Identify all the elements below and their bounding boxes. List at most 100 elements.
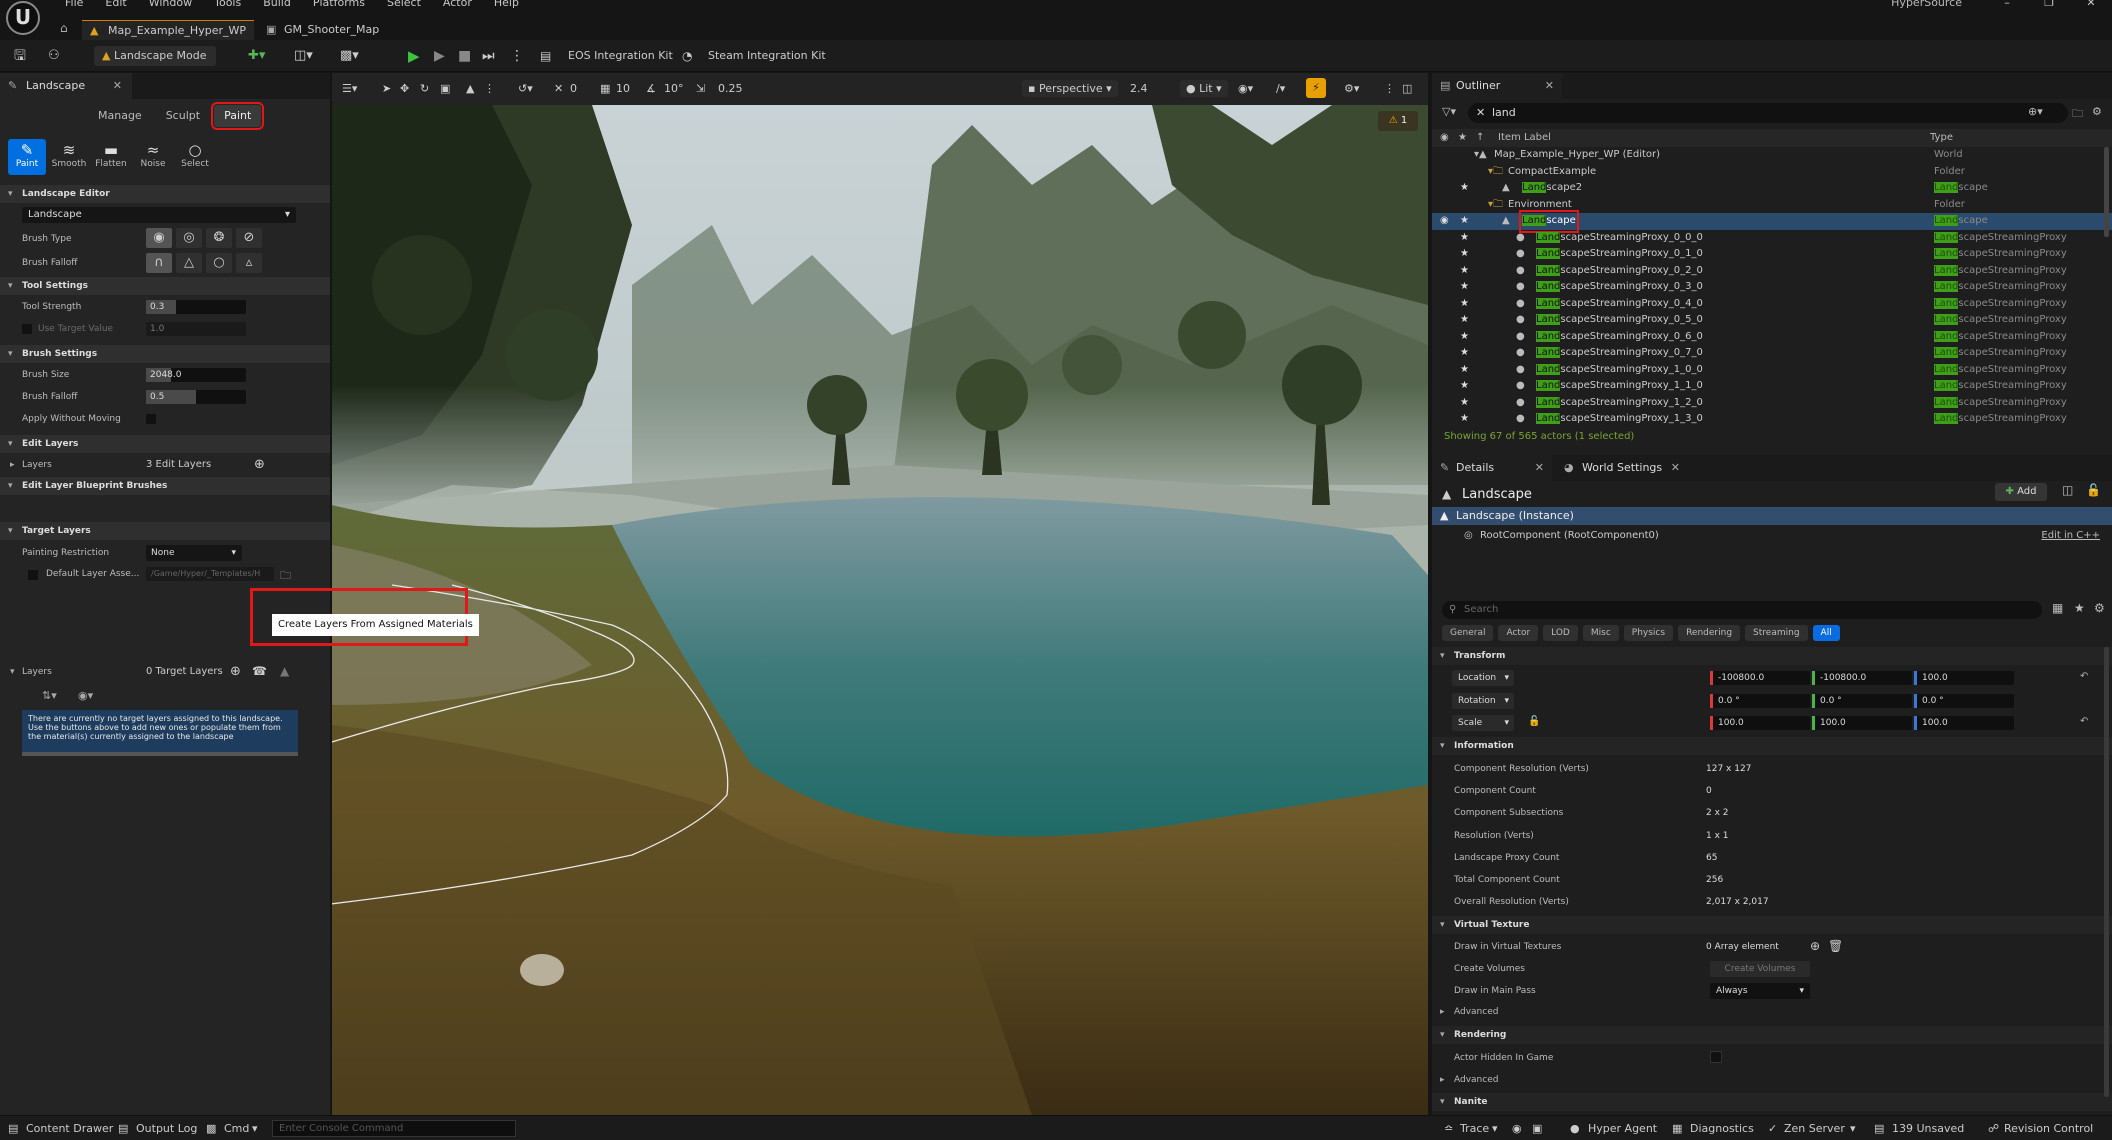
- details-search-input[interactable]: ⚲ Search: [1442, 601, 2042, 619]
- mode-sculpt[interactable]: Sculpt: [156, 105, 210, 127]
- mode-manage[interactable]: Manage: [88, 105, 152, 127]
- section-advanced[interactable]: Advanced: [1432, 1003, 2112, 1021]
- unsaved-button[interactable]: 139 Unsaved: [1892, 1122, 1964, 1135]
- visibility-eye-icon[interactable]: ◉: [1440, 213, 1449, 230]
- outliner-row[interactable]: ★ ● LandscapeStreamingProxy_0_0_0 Landscape…: [1432, 230, 2112, 247]
- rotate-icon[interactable]: ↻: [420, 82, 429, 95]
- record-icon[interactable]: ◉: [1512, 1122, 1522, 1135]
- filter-icon[interactable]: ▽▾: [1442, 105, 1456, 118]
- tool-noise[interactable]: ≈ Noise: [134, 139, 172, 175]
- section-brush-settings[interactable]: Brush Settings: [0, 345, 330, 363]
- scale-dropdown[interactable]: Scale ▾: [1452, 715, 1514, 731]
- falloff-tip-icon[interactable]: ▵: [236, 253, 262, 273]
- table-view-icon[interactable]: ▦: [2052, 601, 2063, 615]
- tool-paint[interactable]: ✎ Paint: [8, 139, 46, 175]
- select-mode-icon[interactable]: ➤: [382, 82, 391, 95]
- add-component-button[interactable]: ✚ Add: [1995, 483, 2047, 501]
- add-layer-icon[interactable]: ⊕: [254, 457, 265, 472]
- expand-icon[interactable]: ▸: [10, 460, 15, 470]
- outliner-scrollbar[interactable]: [2104, 147, 2109, 237]
- blueprint-icon[interactable]: ◫: [2062, 483, 2073, 497]
- location-x-field[interactable]: -100800.0: [1710, 671, 1810, 685]
- pin-star-icon[interactable]: ★: [1460, 329, 1469, 346]
- more-options-icon[interactable]: ⋮: [510, 46, 524, 66]
- pin-star-icon[interactable]: ★: [1460, 246, 1469, 263]
- content-drawer-button[interactable]: Content Drawer: [26, 1122, 113, 1135]
- create-volumes-button[interactable]: Create Volumes: [1710, 961, 1810, 977]
- default-layer-checkbox[interactable]: [28, 570, 38, 580]
- edit-in-cpp-link[interactable]: Edit in C++: [2041, 527, 2100, 545]
- scale-z-field[interactable]: 100.0: [1914, 716, 2014, 730]
- tool-smooth[interactable]: ≋ Smooth: [50, 139, 88, 175]
- item-label-header[interactable]: Item Label: [1498, 129, 1551, 147]
- menu-edit[interactable]: Edit: [94, 0, 137, 10]
- tab-gm-shooter[interactable]: ▣ GM_Shooter_Map: [258, 20, 398, 40]
- outliner-row[interactable]: ★ ● LandscapeStreamingProxy_0_7_0 Landscape…: [1432, 345, 2112, 362]
- folder-add-icon[interactable]: 🗀: [2072, 105, 2083, 124]
- viewport-options-icon[interactable]: ☰▾: [342, 82, 357, 95]
- section-rendering[interactable]: Rendering: [1432, 1026, 2112, 1044]
- reset-icon[interactable]: ↶: [2080, 716, 2088, 727]
- tab-landscape[interactable]: ✎ Landscape ✕: [0, 73, 132, 99]
- close-tab-icon[interactable]: ✕: [1535, 455, 1544, 481]
- console-command-input[interactable]: Enter Console Command: [272, 1120, 516, 1137]
- realtime-icon[interactable]: ∕▾: [1276, 82, 1285, 95]
- details-scrollbar[interactable]: [2104, 647, 2109, 1097]
- outliner-row[interactable]: ★ ◉ ▲ Landscape Landscape: [1432, 210, 2112, 233]
- menu-tools[interactable]: Tools: [203, 0, 252, 10]
- cinematics-icon[interactable]: ▩▾: [340, 46, 359, 66]
- stop-icon[interactable]: ■: [458, 46, 471, 66]
- eos-integration-button[interactable]: EOS Integration Kit: [568, 46, 673, 66]
- save-icon[interactable]: 🖫: [14, 46, 26, 66]
- zen-server-button[interactable]: Zen Server: [1784, 1122, 1845, 1135]
- location-z-field[interactable]: 100.0: [1914, 671, 2014, 685]
- section-virtual-texture[interactable]: Virtual Texture: [1432, 916, 2112, 934]
- more-icon[interactable]: ⋮: [484, 82, 495, 95]
- step-icon[interactable]: ▶: [434, 46, 445, 66]
- angle-snap-value[interactable]: 10°: [664, 82, 684, 95]
- falloff-slider[interactable]: 0.5: [146, 390, 246, 404]
- actor-hidden-checkbox[interactable]: [1710, 1051, 1722, 1063]
- outliner-row[interactable]: ▾🗀 Environment Folder: [1432, 197, 2112, 214]
- maximize-icon[interactable]: ❐: [2028, 0, 2070, 9]
- outliner-row[interactable]: ▾▲ Map_Example_Hyper_WP (Editor) World: [1432, 147, 2112, 164]
- cat-all[interactable]: All: [1812, 625, 1840, 641]
- default-layer-asset-field[interactable]: /Game/Hyper/_Templates/H: [146, 567, 274, 581]
- add-element-icon[interactable]: ⊕: [1810, 939, 1820, 953]
- trace-button[interactable]: Trace: [1460, 1122, 1489, 1135]
- use-target-value-checkbox[interactable]: [22, 324, 32, 334]
- outliner-row[interactable]: ★ ● LandscapeStreamingProxy_1_1_0 Landscape…: [1432, 378, 2112, 395]
- instance-row[interactable]: ▲ Landscape (Instance): [1432, 507, 2112, 525]
- cat-general[interactable]: General: [1442, 625, 1494, 641]
- clear-search-icon[interactable]: ✕: [1476, 103, 1485, 123]
- collapse-icon[interactable]: ▾: [10, 667, 15, 677]
- output-log-button[interactable]: Output Log: [136, 1122, 197, 1135]
- settings-icon[interactable]: ⚙▾: [1344, 82, 1359, 95]
- outliner-row[interactable]: ★ ● LandscapeStreamingProxy_0_6_0 Landscape…: [1432, 329, 2112, 346]
- painting-restriction-select[interactable]: None ▾: [146, 545, 242, 561]
- mode-paint[interactable]: Paint: [211, 102, 265, 130]
- pin-star-icon[interactable]: ★: [1460, 378, 1469, 395]
- tab-details[interactable]: ✎ Details ✕: [1432, 455, 1552, 481]
- lit-dropdown[interactable]: ● Lit ▾: [1180, 80, 1228, 97]
- level-viewport[interactable]: ☰▾ ➤ ✥ ↻ ▣ ▲ ⋮ ↺▾ ✕ 0 ▦ 10 ∡ 10° ⇲ 0.25 …: [332, 73, 1428, 1115]
- menu-actor[interactable]: Actor: [432, 0, 483, 10]
- more-options-icon[interactable]: ⋮: [1384, 82, 1395, 95]
- snap-zero-value[interactable]: 0: [570, 82, 577, 95]
- layout-icon[interactable]: ◫: [1402, 82, 1412, 95]
- rotation-dropdown[interactable]: Rotation ▾: [1452, 693, 1514, 709]
- type-header[interactable]: Type: [1930, 129, 1953, 147]
- add-target-layer-icon[interactable]: ⊕: [230, 664, 241, 679]
- chevron-down-icon[interactable]: ▾: [1850, 1122, 1856, 1135]
- cat-actor[interactable]: Actor: [1498, 625, 1539, 641]
- steam-integration-button[interactable]: Steam Integration Kit: [708, 46, 826, 66]
- landscape-layer-icon[interactable]: ▲: [280, 664, 289, 678]
- pin-star-icon[interactable]: ★: [1460, 263, 1469, 280]
- root-component-row[interactable]: ◎ RootComponent (RootComponent0) Edit in…: [1432, 527, 2112, 545]
- pin-star-icon[interactable]: ★: [1460, 362, 1469, 379]
- camera-speed-value[interactable]: 2.4: [1130, 82, 1148, 95]
- rotation-y-field[interactable]: 0.0 °: [1812, 694, 1912, 708]
- section-blueprint-brushes[interactable]: Edit Layer Blueprint Brushes: [0, 477, 330, 495]
- game-view-icon[interactable]: ⚡: [1306, 78, 1326, 98]
- cat-physics[interactable]: Physics: [1623, 625, 1674, 641]
